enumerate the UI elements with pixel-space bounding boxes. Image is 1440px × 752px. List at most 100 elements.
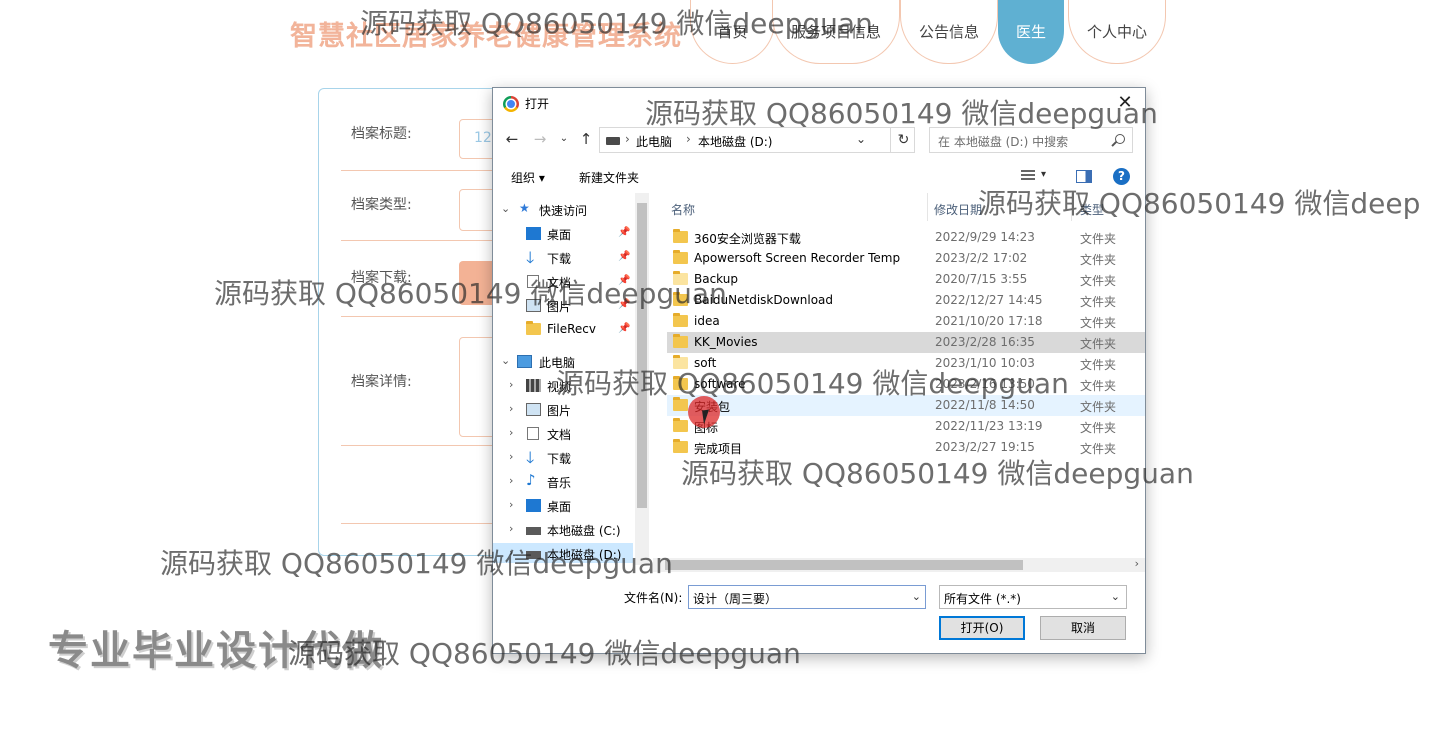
scrollbar-thumb[interactable] <box>665 560 1023 570</box>
pin-icon[interactable]: 📌 <box>618 227 630 238</box>
search-input[interactable]: 在 本地磁盘 (D:) 中搜索 <box>929 127 1133 153</box>
file-row[interactable]: 完成项目 2023/2/27 19:15 文件夹 <box>667 437 1145 458</box>
nav-pc-downloads[interactable]: › 🡓 下载 <box>493 447 633 469</box>
organize-button[interactable]: 组织 ▾ <box>511 169 545 186</box>
file-row[interactable]: 安装包 2022/11/8 14:50 文件夹 <box>667 395 1145 416</box>
folder-icon <box>673 229 688 243</box>
chevron-right-icon[interactable]: › <box>686 132 691 146</box>
nav-label: 图片 <box>547 300 572 314</box>
up-arrow-icon[interactable]: ↑ <box>575 128 597 150</box>
pin-icon[interactable]: 📌 <box>618 251 630 262</box>
dialog-toolbar: 组织 ▾ 新建文件夹 ▾ ? <box>493 163 1145 191</box>
chevron-right-icon[interactable]: › <box>509 474 513 487</box>
desktop-icon <box>526 227 541 240</box>
document-icon <box>527 427 539 440</box>
download-arrow-icon: 🡓 <box>526 448 535 467</box>
new-folder-button[interactable]: 新建文件夹 <box>579 169 639 186</box>
nav-videos[interactable]: › 视频 <box>493 375 633 397</box>
view-options-icon[interactable] <box>1021 170 1035 182</box>
nav-home[interactable]: 首页 <box>690 0 775 64</box>
file-name: 360安全浏览器下载 <box>694 232 801 246</box>
back-arrow-icon[interactable]: ← <box>501 128 523 150</box>
pin-icon[interactable]: 📌 <box>618 299 630 310</box>
nav-quick-access[interactable]: ⌄ ★ 快速访问 <box>493 199 633 221</box>
file-row[interactable]: BaiduNetdiskDownload 2022/12/27 14:45 文件… <box>667 290 1145 311</box>
address-bar[interactable]: › 此电脑 › 本地磁盘 (D:) ⌄ ↻ <box>599 127 915 153</box>
nav-services[interactable]: 服务项目信息 <box>772 0 900 64</box>
chevron-down-icon[interactable]: ▾ <box>1041 169 1046 180</box>
chevron-right-icon[interactable]: › <box>509 378 513 391</box>
file-row[interactable]: Backup 2020/7/15 3:55 文件夹 <box>667 269 1145 290</box>
file-type: 文件夹 <box>1080 274 1117 288</box>
nav-documents[interactable]: 文档 📌 <box>493 271 633 293</box>
recent-dropdown-icon[interactable]: ⌄ <box>553 128 575 150</box>
nav-scrollbar[interactable] <box>635 193 649 565</box>
search-icon[interactable] <box>1115 134 1125 144</box>
refresh-icon[interactable]: ↻ <box>890 128 916 152</box>
chevron-down-icon[interactable]: ⌄ <box>501 202 510 215</box>
chevron-down-icon[interactable]: ⌄ <box>501 354 510 367</box>
file-row[interactable]: idea 2021/10/20 17:18 文件夹 <box>667 311 1145 332</box>
document-icon <box>527 275 539 288</box>
nav-drive-c[interactable]: › 本地磁盘 (C:) <box>493 519 633 541</box>
cancel-button[interactable]: 取消 <box>1040 616 1126 640</box>
file-row[interactable]: software 2023/2/16 13:50 文件夹 <box>667 374 1145 395</box>
chevron-down-icon[interactable]: ⌄ <box>1111 590 1120 603</box>
chevron-right-icon[interactable]: › <box>509 522 513 535</box>
column-divider[interactable] <box>927 193 928 221</box>
nav-pc-pictures[interactable]: › 图片 <box>493 399 633 421</box>
nav-filerecv[interactable]: FileRecv 📌 <box>493 319 633 341</box>
chevron-right-icon[interactable]: › <box>509 450 513 463</box>
file-row[interactable]: Apowersoft Screen Recorder Temp 2023/2/2… <box>667 248 1145 269</box>
breadcrumb-this-pc[interactable]: 此电脑 <box>636 133 672 150</box>
nav-profile[interactable]: 个人中心 <box>1068 0 1166 64</box>
column-name[interactable]: 名称 <box>671 201 695 218</box>
column-modified[interactable]: 修改日期 <box>934 201 982 218</box>
nav-pc-desktop[interactable]: › 桌面 <box>493 495 633 517</box>
nav-label: 本地磁盘 (C:) <box>547 524 621 538</box>
drive-icon <box>526 527 541 535</box>
folder-icon <box>526 321 541 335</box>
forward-arrow-icon[interactable]: → <box>529 128 551 150</box>
chevron-right-icon[interactable]: › <box>509 546 513 559</box>
nav-doctor[interactable]: 医生 <box>998 0 1064 64</box>
filename-input[interactable]: 设计（周三要） ⌄ <box>688 585 926 609</box>
filetype-select[interactable]: 所有文件 (*.*) ⌄ <box>939 585 1127 609</box>
file-row[interactable]: KK_Movies 2023/2/28 16:35 文件夹 <box>667 332 1145 353</box>
column-divider[interactable] <box>1071 193 1072 221</box>
file-date: 2023/2/28 16:35 <box>935 335 1035 349</box>
nav-label: 文档 <box>547 428 572 442</box>
nav-pictures[interactable]: 图片 📌 <box>493 295 633 317</box>
column-type[interactable]: 类型 <box>1080 201 1104 218</box>
horizontal-scrollbar[interactable]: › <box>653 557 1145 572</box>
file-date: 2020/7/15 3:55 <box>935 272 1028 286</box>
pin-icon[interactable]: 📌 <box>618 323 630 334</box>
pin-icon[interactable]: 📌 <box>618 275 630 286</box>
dialog-title: 打开 <box>525 97 550 111</box>
nav-downloads[interactable]: 🡓 下载 📌 <box>493 247 633 269</box>
breadcrumb-drive-d[interactable]: 本地磁盘 (D:) <box>698 133 772 150</box>
open-button[interactable]: 打开(O) <box>939 616 1025 640</box>
scrollbar-thumb[interactable] <box>637 203 647 508</box>
file-row[interactable]: soft 2023/1/10 10:03 文件夹 <box>667 353 1145 374</box>
help-icon[interactable]: ? <box>1113 168 1130 185</box>
nav-drive-d[interactable]: › 本地磁盘 (D:) <box>493 543 633 563</box>
chevron-down-icon[interactable]: ⌄ <box>856 132 866 146</box>
chevron-right-icon[interactable]: › <box>1135 557 1139 570</box>
chevron-right-icon[interactable]: › <box>625 132 630 146</box>
nav-music[interactable]: › ♪ 音乐 <box>493 471 633 493</box>
nav-desktop[interactable]: 桌面 📌 <box>493 223 633 245</box>
drive-icon <box>606 137 620 145</box>
dialog-titlebar[interactable]: 打开 ✕ <box>493 88 1145 120</box>
preview-pane-icon[interactable] <box>1076 170 1092 183</box>
nav-pc-documents[interactable]: › 文档 <box>493 423 633 445</box>
chevron-right-icon[interactable]: › <box>509 426 513 439</box>
nav-announcements[interactable]: 公告信息 <box>900 0 998 64</box>
chevron-right-icon[interactable]: › <box>509 402 513 415</box>
file-row[interactable]: 图标 2022/11/23 13:19 文件夹 <box>667 416 1145 437</box>
chevron-right-icon[interactable]: › <box>509 498 513 511</box>
nav-this-pc[interactable]: ⌄ 此电脑 <box>493 351 633 373</box>
file-row[interactable]: 360安全浏览器下载 2022/9/29 14:23 文件夹 <box>667 227 1145 248</box>
close-icon[interactable]: ✕ <box>1111 90 1139 116</box>
chevron-down-icon[interactable]: ⌄ <box>912 590 921 603</box>
